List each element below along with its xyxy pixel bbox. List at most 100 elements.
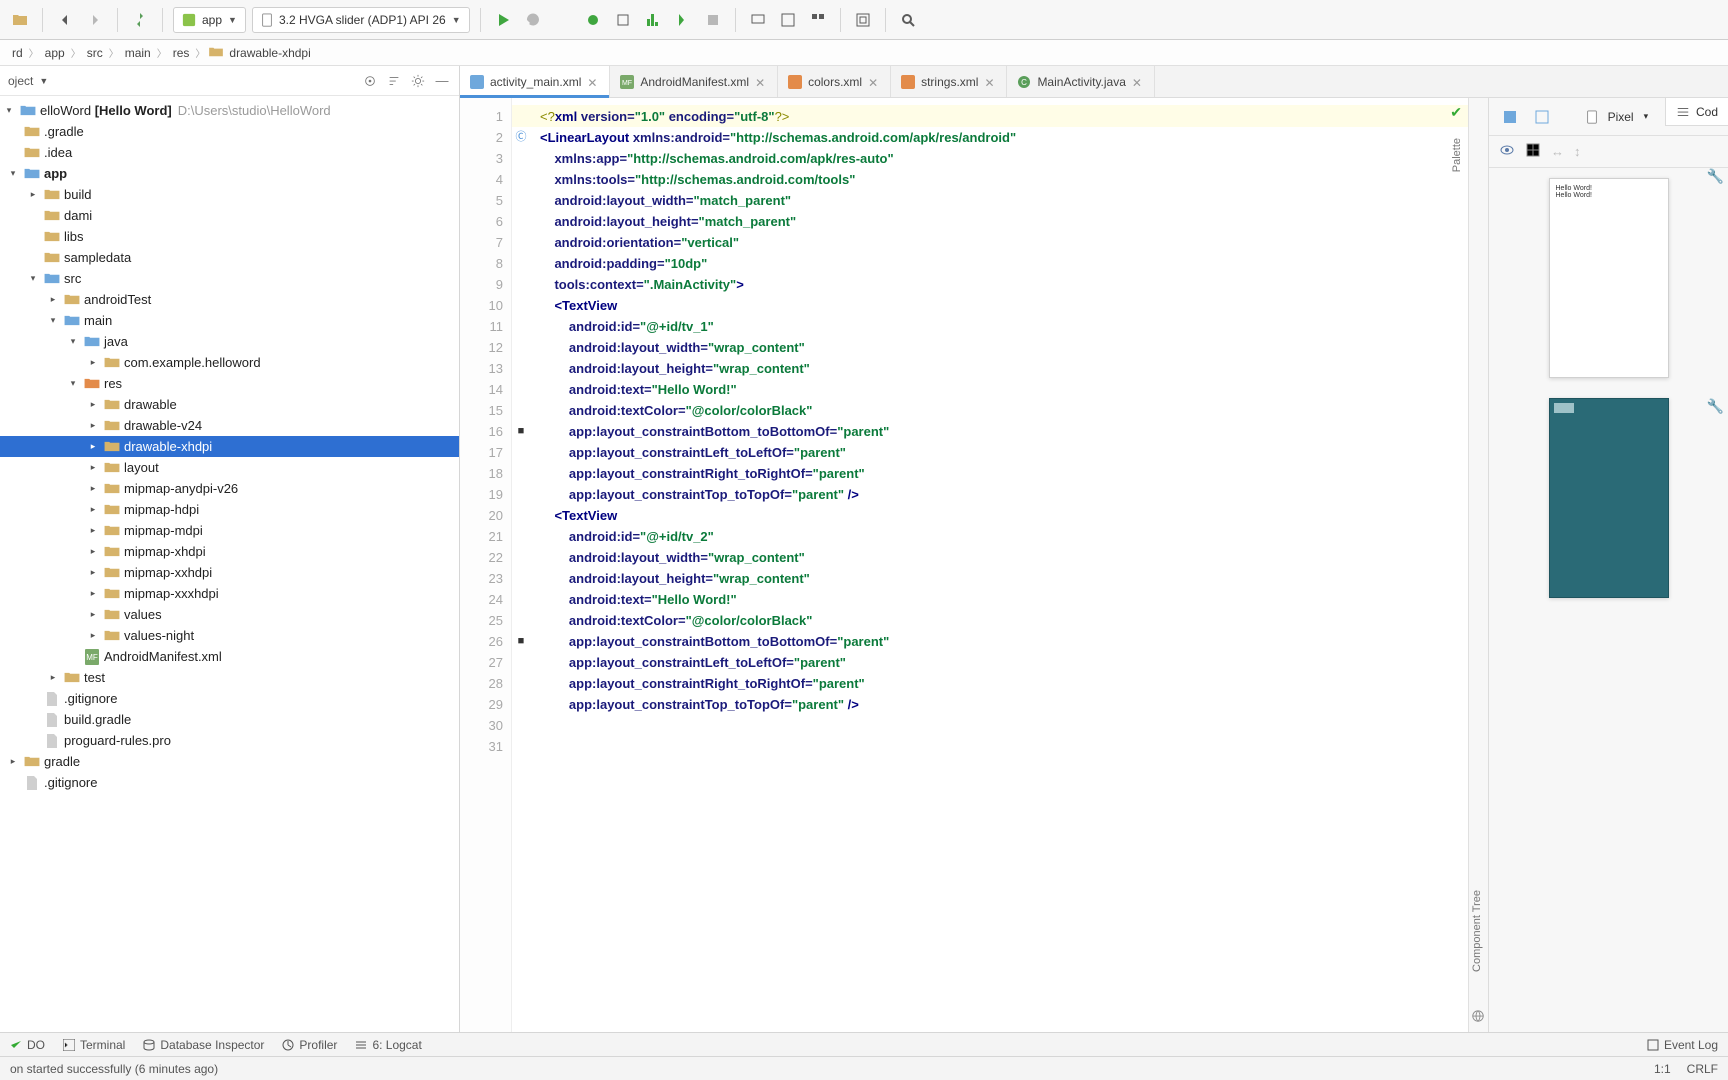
todo-tool[interactable]: DO (10, 1038, 45, 1052)
module-selector[interactable]: app ▼ (173, 7, 246, 33)
expand-icon[interactable]: ▾ (26, 272, 40, 286)
tree-item-values-night[interactable]: ▸values-night (0, 625, 459, 646)
expand-icon[interactable] (26, 734, 40, 748)
expand-icon[interactable]: ▾ (66, 377, 80, 391)
project-tree[interactable]: ▾elloWord [Hello Word]D:\Users\studio\He… (0, 96, 459, 1032)
tree-item--idea[interactable]: .idea (0, 142, 459, 163)
close-icon[interactable]: ✕ (984, 76, 996, 88)
tab-androidmanifest-xml[interactable]: MFAndroidManifest.xml✕ (610, 66, 778, 97)
tree-item-mipmap-xhdpi[interactable]: ▸mipmap-xhdpi (0, 541, 459, 562)
tab-activity-main-xml[interactable]: activity_main.xml✕ (460, 66, 610, 97)
expand-icon[interactable] (26, 251, 40, 265)
search-icon[interactable] (896, 8, 920, 32)
blueprint-preview[interactable] (1549, 398, 1669, 598)
close-icon[interactable]: ✕ (755, 76, 767, 88)
collapse-icon[interactable]: — (433, 72, 451, 90)
tree-item-mipmap-hdpi[interactable]: ▸mipmap-hdpi (0, 499, 459, 520)
tree-item-mipmap-xxhdpi[interactable]: ▸mipmap-xxhdpi (0, 562, 459, 583)
tree-item-libs[interactable]: libs (0, 226, 459, 247)
expand-icon[interactable]: ▸ (86, 419, 100, 433)
tree-item-app[interactable]: ▾app (0, 163, 459, 184)
layout-inspector-icon[interactable] (851, 8, 875, 32)
tree-item-main[interactable]: ▾main (0, 310, 459, 331)
design-surface-icon[interactable] (1499, 106, 1521, 128)
tree-item--gradle[interactable]: .gradle (0, 121, 459, 142)
chevron-down-icon[interactable]: ▼ (39, 76, 48, 86)
expand-icon[interactable] (26, 692, 40, 706)
sort-icon[interactable] (385, 72, 403, 90)
expand-icon[interactable]: ▸ (86, 356, 100, 370)
tree-item-src[interactable]: ▾src (0, 268, 459, 289)
tree-item-values[interactable]: ▸values (0, 604, 459, 625)
tree-item-drawable[interactable]: ▸drawable (0, 394, 459, 415)
tree-item-com-example-helloword[interactable]: ▸com.example.helloword (0, 352, 459, 373)
expand-icon[interactable] (6, 146, 20, 160)
expand-icon[interactable]: ▸ (86, 545, 100, 559)
eye-icon[interactable] (1499, 142, 1515, 161)
expand-icon[interactable] (26, 713, 40, 727)
design-device[interactable]: Pixel (1608, 110, 1634, 124)
tree-item-dami[interactable]: dami (0, 205, 459, 226)
run-icon[interactable] (491, 8, 515, 32)
close-icon[interactable]: ✕ (1132, 76, 1144, 88)
tree-item-layout[interactable]: ▸layout (0, 457, 459, 478)
breadcrumb-segment[interactable]: rd (10, 46, 25, 60)
expand-icon[interactable]: ▸ (86, 440, 100, 454)
tree-root[interactable]: ▾elloWord [Hello Word]D:\Users\studio\He… (0, 100, 459, 121)
logcat-tool[interactable]: 6: Logcat (355, 1038, 421, 1052)
event-log-tool[interactable]: Event Log (1647, 1038, 1718, 1052)
database-inspector-tool[interactable]: Database Inspector (143, 1038, 264, 1052)
tree-item-res[interactable]: ▾res (0, 373, 459, 394)
tree-item-drawable-v24[interactable]: ▸drawable-v24 (0, 415, 459, 436)
breadcrumb-segment[interactable]: drawable-xhdpi (227, 46, 312, 60)
wrench-icon[interactable]: 🔧 (1707, 168, 1724, 185)
code-view-button[interactable]: Cod (1665, 98, 1728, 126)
expand-icon[interactable]: ▸ (86, 629, 100, 643)
expand-icon[interactable] (26, 230, 40, 244)
tree-item-mipmap-mdpi[interactable]: ▸mipmap-mdpi (0, 520, 459, 541)
forward-icon[interactable] (83, 8, 107, 32)
blueprint-icon[interactable] (1531, 106, 1553, 128)
expand-icon[interactable] (6, 776, 20, 790)
tree-item-mipmap-anydpi-v26[interactable]: ▸mipmap-anydpi-v26 (0, 478, 459, 499)
apply-changes-icon[interactable] (521, 8, 545, 32)
code-editor[interactable]: 1234567891011121314151617181920212223242… (460, 98, 1468, 1032)
close-icon[interactable]: ✕ (587, 76, 599, 88)
tree-item-drawable-xhdpi[interactable]: ▸drawable-xhdpi (0, 436, 459, 457)
attach-debugger-icon[interactable] (671, 8, 695, 32)
globe-icon[interactable] (1471, 1009, 1485, 1026)
expand-icon[interactable]: ▸ (46, 293, 60, 307)
expand-icon[interactable]: ▸ (46, 671, 60, 685)
tree-item-sampledata[interactable]: sampledata (0, 247, 459, 268)
tab-mainactivity-java[interactable]: CMainActivity.java✕ (1007, 66, 1154, 97)
tree-item-mipmap-xxxhdpi[interactable]: ▸mipmap-xxxhdpi (0, 583, 459, 604)
sync-gradle-icon[interactable] (128, 8, 152, 32)
open-icon[interactable] (8, 8, 32, 32)
terminal-tool[interactable]: Terminal (63, 1038, 125, 1052)
grid-icon[interactable] (1525, 142, 1541, 161)
design-preview[interactable]: Hello Word! Hello Word! (1549, 178, 1669, 378)
tab-strings-xml[interactable]: strings.xml✕ (891, 66, 1007, 97)
breadcrumb-segment[interactable]: src (85, 46, 105, 60)
expand-icon[interactable]: ▸ (86, 608, 100, 622)
breadcrumb-segment[interactable]: app (43, 46, 67, 60)
expand-icon[interactable] (6, 125, 20, 139)
coverage-icon[interactable] (611, 8, 635, 32)
expand-icon[interactable]: ▸ (86, 482, 100, 496)
tree-item-androidtest[interactable]: ▸androidTest (0, 289, 459, 310)
device-selector[interactable]: 3.2 HVGA slider (ADP1) API 26 ▼ (252, 7, 470, 33)
tree-item-test[interactable]: ▸test (0, 667, 459, 688)
editor-code[interactable]: <?xml version="1.0" encoding="utf-8"?><L… (530, 98, 1026, 1032)
close-icon[interactable]: ✕ (868, 76, 880, 88)
resource-manager-icon[interactable] (806, 8, 830, 32)
expand-icon[interactable]: ▸ (26, 188, 40, 202)
expand-icon[interactable]: ▾ (66, 335, 80, 349)
locate-icon[interactable] (361, 72, 379, 90)
tree-item--gitignore[interactable]: .gitignore (0, 772, 459, 793)
expand-icon[interactable]: ▸ (86, 398, 100, 412)
breadcrumb-segment[interactable]: res (171, 46, 192, 60)
expand-icon[interactable] (26, 209, 40, 223)
expand-icon[interactable]: ▸ (86, 503, 100, 517)
tab-colors-xml[interactable]: colors.xml✕ (778, 66, 891, 97)
expand-icon[interactable]: ▸ (86, 524, 100, 538)
